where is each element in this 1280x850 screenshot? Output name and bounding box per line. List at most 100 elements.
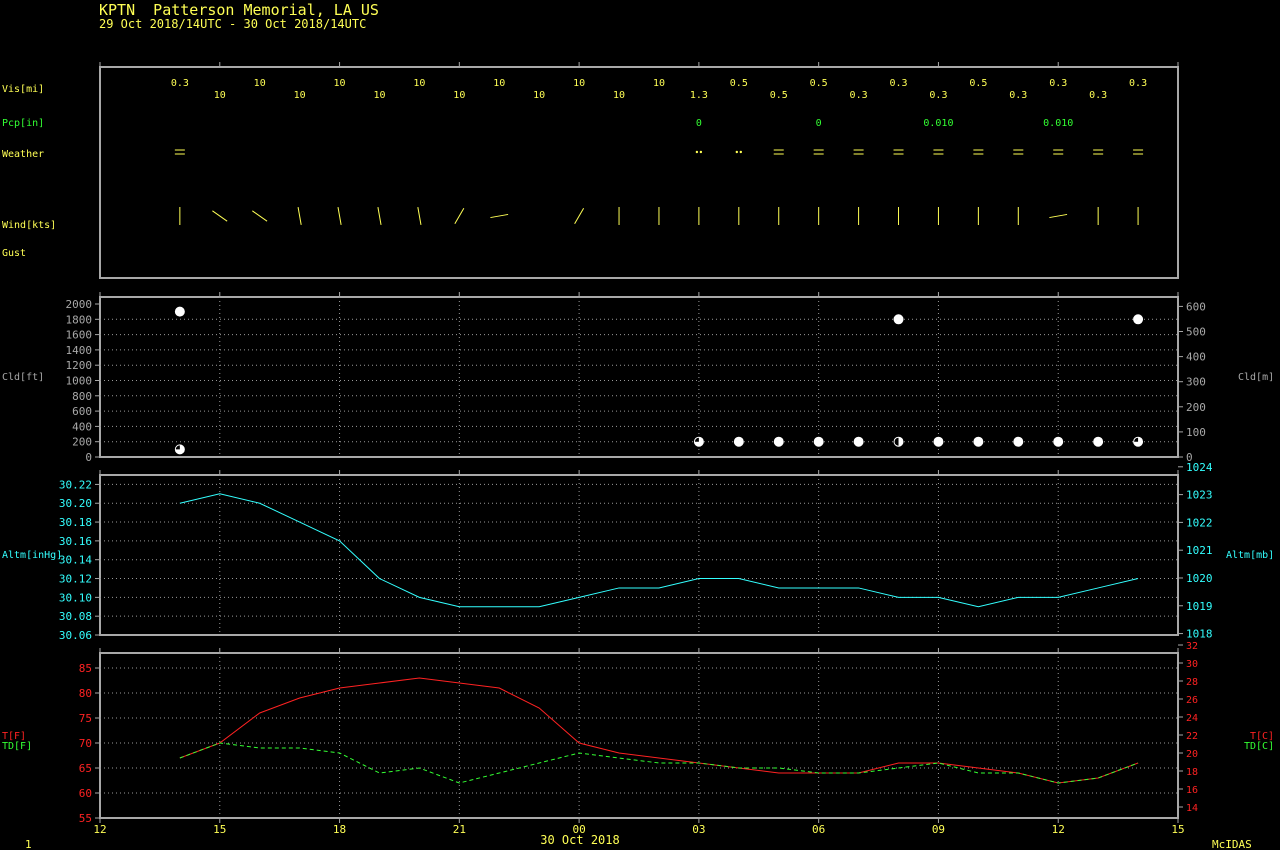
wind-barb [1049, 213, 1068, 219]
cloud-cover-symbol [693, 436, 704, 447]
axes: 12 15 18 21 0 0 03 06 09 12 15 0 200 400 600 800 1000 120… [2, 62, 1274, 836]
row-label: Pcp[in] [2, 118, 44, 129]
altimeter-panel [179, 493, 1139, 608]
cloud-y2-tick-label: 500 [1186, 326, 1206, 339]
vis-value: 10 [613, 90, 625, 101]
wind-barb [252, 210, 268, 222]
temp-y2-tick-label: 26 [1186, 695, 1198, 706]
drizzle-symbol [735, 150, 739, 154]
x-tick-label: 06 [812, 823, 825, 836]
cloud-cover-symbol [174, 306, 185, 317]
altm-y-tick-label: 30.12 [59, 573, 92, 586]
altm-ylabel-left: Altm[inHg] [2, 550, 62, 561]
altm-y-tick-label: 30.10 [59, 591, 92, 604]
temp-y2-tick-label: 28 [1186, 677, 1198, 688]
temp-y2-tick-label: 22 [1186, 731, 1198, 742]
temp-y2-tick-label: 20 [1186, 749, 1198, 760]
drizzle-symbol [699, 150, 703, 154]
cloud-cover-symbol [973, 436, 984, 447]
vis-value: 0.3 [1129, 78, 1147, 89]
altm-y2-tick-label: 1024 [1186, 461, 1213, 474]
cloud-cover-symbol [1133, 436, 1144, 447]
vis-value: 10 [294, 90, 306, 101]
cloud-ylabel-left: Cld[ft] [2, 372, 44, 383]
vis-value: 10 [254, 78, 266, 89]
x-tick-label: 21 [453, 823, 466, 836]
cloud-y-tick-label: 1400 [66, 344, 93, 357]
temp-y-tick-label: 85 [79, 662, 92, 675]
cloud-full [853, 436, 864, 447]
x-tick-label: 15 [1171, 823, 1184, 836]
cloud-full [1093, 436, 1104, 447]
pcp-value: 0.010 [1043, 118, 1073, 129]
cloud-cover-symbol [1013, 436, 1024, 447]
cloud-y-tick-label: 1600 [66, 329, 93, 342]
cloud-full [1013, 436, 1024, 447]
cloud-y-tick-label: 0 [85, 451, 92, 464]
altm-y-tick-label: 30.18 [59, 516, 92, 529]
obs-table-panel: Vis[mi] Pcp[in] Weather Wind[kts] Gust 0.3 10 1… [2, 78, 1147, 259]
row-label: Weather [2, 149, 44, 160]
altm-y-tick-label: 30.16 [59, 535, 92, 548]
wind-barb [212, 210, 228, 222]
temp-y2-tick-label: 18 [1186, 767, 1198, 778]
cloud-cover-symbol [933, 436, 944, 447]
row-label: Wind[kts] [2, 220, 56, 231]
pcp-value: 0.010 [923, 118, 953, 129]
cloud-y-tick-label: 200 [72, 436, 92, 449]
altm-y2-tick-label: 1021 [1186, 544, 1213, 557]
cloud-full [973, 436, 984, 447]
x-tick-label: 12 [1052, 823, 1065, 836]
wind-barb [417, 207, 422, 225]
vis-value: 0.5 [770, 90, 788, 101]
cloud-cover-symbol [733, 436, 744, 447]
cloud-y2-tick-label: 100 [1186, 426, 1206, 439]
row-label: Vis[mi] [2, 84, 44, 95]
vis-value: 10 [413, 78, 425, 89]
vis-value: 0.3 [1009, 90, 1027, 101]
cloud-y2-tick-label: 600 [1186, 300, 1206, 313]
cloud-y2-tick-label: 300 [1186, 376, 1206, 389]
temp-y-tick-label: 70 [79, 737, 92, 750]
vis-value: 10 [214, 90, 226, 101]
vis-value: 0.3 [1089, 90, 1107, 101]
meteogram-chart: 12 15 18 21 00 03 06 09 12 1502004006008001000120… [2, 62, 1274, 850]
altm-y-tick-label: 30.06 [59, 629, 92, 642]
vis-value: 0.5 [810, 78, 828, 89]
cloud-y-tick-label: 1200 [66, 359, 93, 372]
vis-value: 0.5 [730, 78, 748, 89]
x-tick-label: 12 [93, 823, 106, 836]
vis-value: 10 [373, 90, 385, 101]
x-tick-label: 15 [213, 823, 226, 836]
cloud-full [933, 436, 944, 447]
altm-y2-tick-label: 1022 [1186, 516, 1213, 529]
cloud-cover-symbol [1133, 314, 1144, 325]
cloud-full [1053, 436, 1064, 447]
footer-date: 30 Oct 2018 [540, 833, 619, 847]
temp-y-tick-label: 80 [79, 687, 92, 700]
wind-barb [454, 207, 465, 225]
vis-value: 0.3 [889, 78, 907, 89]
altm-y-tick-label: 30.22 [59, 478, 92, 491]
temp-y2-tick-label: 14 [1186, 803, 1198, 814]
wind-barb [490, 213, 509, 219]
temp-y-tick-label: 65 [79, 762, 92, 775]
drizzle-symbol [695, 150, 699, 154]
vis-value: 0.3 [171, 78, 189, 89]
cloud-cover-symbol [853, 436, 864, 447]
footer-brand: McIDAS [1212, 838, 1252, 850]
vis-value: 0.3 [929, 90, 947, 101]
cloud-cover-symbol [893, 314, 904, 325]
dewpoint-line [179, 742, 1139, 784]
cloud-cover-symbol [893, 436, 904, 447]
vis-value: 10 [573, 78, 585, 89]
temp-y2-tick-label: 24 [1186, 713, 1198, 724]
cloud-y2-tick-label: 200 [1186, 401, 1206, 414]
altm-y2-tick-label: 1023 [1186, 489, 1213, 502]
x-tick-label: 18 [333, 823, 346, 836]
panel-frame [99, 296, 1179, 458]
vis-value: 0.3 [1049, 78, 1067, 89]
temp-y-tick-label: 75 [79, 712, 92, 725]
temp-y2-tick-label: 16 [1186, 785, 1198, 796]
temp-y2-tick-label: 32 [1186, 641, 1198, 652]
